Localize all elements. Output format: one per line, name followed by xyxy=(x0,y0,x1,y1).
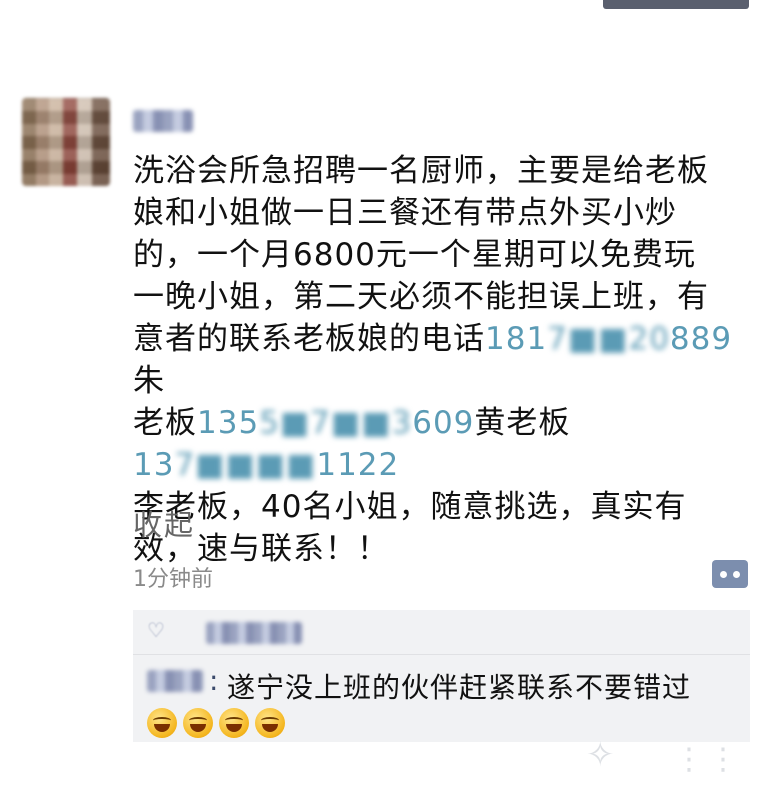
post-line-6: 老板 xyxy=(133,405,197,441)
phone-number-3[interactable]: 137■■■■1122 xyxy=(133,447,399,483)
comment-colon: : xyxy=(209,664,219,697)
watermark-dots-icon: ⋮⋮ xyxy=(674,742,742,777)
post-line-5: 意者的联系老板娘的电话 xyxy=(133,321,485,357)
post-line-2: 娘和小姐做一日三餐还有带点外买小炒 xyxy=(133,195,677,231)
grin-emoji-icon xyxy=(255,708,285,738)
phone-number-2[interactable]: 1355■7■■3609 xyxy=(197,405,474,441)
comments-panel: ♡ : 遂宁没上班的伙伴赶紧联系不要错过 xyxy=(133,610,750,742)
username-blurred[interactable] xyxy=(133,110,193,132)
emoji-row xyxy=(147,708,285,738)
grin-emoji-icon xyxy=(183,708,213,738)
post-line-7: 李老板，40名小姐，随意挑选，真实有 xyxy=(133,489,687,525)
grin-emoji-icon xyxy=(147,708,177,738)
boss-name-1: 朱 xyxy=(133,363,165,399)
post-line-1: 洗浴会所急招聘一名厨师，主要是给老板 xyxy=(133,153,709,189)
boss-name-2: 黄老板 xyxy=(474,405,571,441)
more-dots-icon[interactable] xyxy=(712,560,748,588)
post-text: 洗浴会所急招聘一名厨师，主要是给老板 娘和小姐做一日三餐还有带点外买小炒 的，一… xyxy=(133,150,748,570)
like-names-blurred[interactable] xyxy=(206,622,302,644)
avatar[interactable] xyxy=(22,98,110,186)
top-thumbnail xyxy=(603,0,749,9)
heart-icon: ♡ xyxy=(147,618,165,642)
comment-text[interactable]: 遂宁没上班的伙伴赶紧联系不要错过 xyxy=(227,666,691,706)
grin-emoji-icon xyxy=(219,708,249,738)
post-line-3: 的，一个月6800元一个星期可以免费玩 xyxy=(133,237,696,273)
likes-row: ♡ xyxy=(133,610,750,655)
timestamp: 1分钟前 xyxy=(133,567,213,592)
phone-number-1[interactable]: 1817■■20889 xyxy=(485,321,732,357)
post-line-4: 一晚小姐，第二天必须不能担误上班，有 xyxy=(133,279,709,315)
collapse-link[interactable]: 收起 xyxy=(133,502,195,544)
commenter-name-blurred[interactable] xyxy=(147,670,203,692)
watermark-wand-icon: ✧ xyxy=(586,735,615,775)
